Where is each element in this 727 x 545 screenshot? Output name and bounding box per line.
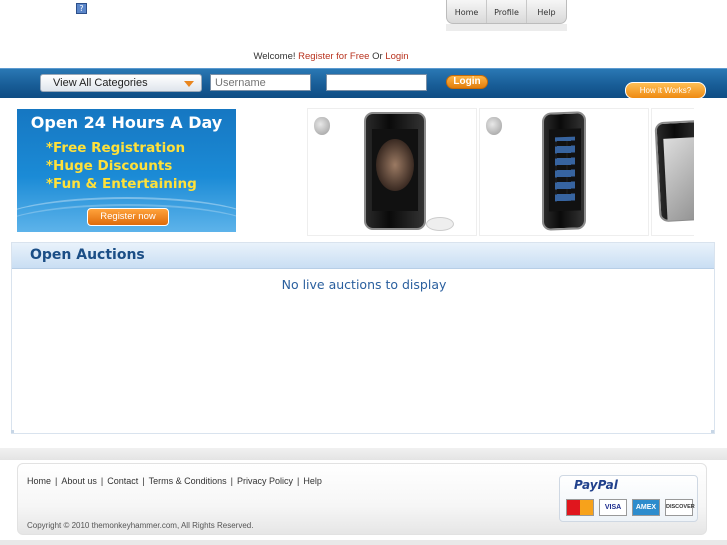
how-it-works-button[interactable]: How it Works? xyxy=(625,82,706,99)
payment-methods-badge: PayPal VISA AMEX DISCOVER xyxy=(559,475,698,522)
login-button[interactable]: Login xyxy=(446,75,488,89)
footer-bottom-line xyxy=(0,540,727,545)
register-link[interactable]: Register for Free xyxy=(298,51,369,62)
apple-logo-icon xyxy=(314,117,330,135)
paypal-logo: PayPal xyxy=(574,478,618,492)
category-select-value: View All Categories xyxy=(53,77,148,89)
footer-link-privacy[interactable]: Privacy Policy xyxy=(237,476,293,486)
mastercard-icon xyxy=(566,499,594,516)
carousel-slide[interactable] xyxy=(651,108,694,236)
empty-auctions-message: No live auctions to display xyxy=(281,277,447,292)
dropdown-arrow-icon xyxy=(184,81,194,87)
promo-feature: *Fun & Entertaining xyxy=(46,176,197,192)
corner-dot xyxy=(711,430,714,433)
footer-link-home[interactable]: Home xyxy=(27,476,51,486)
nav-shadow xyxy=(446,24,567,31)
ipod-product-image xyxy=(542,111,586,231)
footer-link-help[interactable]: Help xyxy=(303,476,322,486)
section-separator xyxy=(0,448,727,460)
carousel-slide[interactable] xyxy=(307,108,477,236)
promo-banner: Open 24 Hours A Day *Free Registration *… xyxy=(17,109,236,232)
amex-icon: AMEX xyxy=(632,499,660,516)
nav-profile-link[interactable]: Profile xyxy=(487,0,527,23)
footer-divider: | xyxy=(297,476,300,486)
discover-icon: DISCOVER xyxy=(665,499,695,516)
search-login-bar: View All Categories Login How it Works? xyxy=(0,68,727,99)
welcome-message: Welcome! Register for Free Or Login xyxy=(0,51,662,62)
footer-divider: | xyxy=(55,476,58,486)
login-link[interactable]: Login xyxy=(385,51,408,62)
open-auctions-header: Open Auctions xyxy=(12,243,714,269)
welcome-prefix: Welcome! xyxy=(253,51,296,62)
open-auctions-panel: Open Auctions No live auctions to displa… xyxy=(11,242,715,434)
corner-dot xyxy=(11,430,14,433)
register-now-button[interactable]: Register now xyxy=(87,208,169,226)
footer-link-about[interactable]: About us xyxy=(61,476,97,486)
footer-divider: | xyxy=(142,476,145,486)
nav-help-link[interactable]: Help xyxy=(527,0,566,23)
copyright-text: Copyright © 2010 themonkeyhammer.com, Al… xyxy=(27,521,254,530)
category-select[interactable]: View All Categories xyxy=(40,74,202,92)
promo-feature: *Huge Discounts xyxy=(46,158,173,174)
broken-image-icon: ? xyxy=(76,3,87,14)
product-carousel[interactable] xyxy=(307,108,694,236)
password-input[interactable] xyxy=(326,74,427,91)
footer-divider: | xyxy=(230,476,233,486)
welcome-or: Or xyxy=(372,51,383,62)
promo-headline: Open 24 Hours A Day xyxy=(30,113,223,132)
username-input[interactable] xyxy=(210,74,311,91)
apple-logo-icon xyxy=(486,117,502,135)
footer-link-terms[interactable]: Terms & Conditions xyxy=(149,476,227,486)
nav-home-link[interactable]: Home xyxy=(447,0,487,23)
ipod-product-image xyxy=(364,112,426,230)
open-auctions-title: Open Auctions xyxy=(30,247,145,263)
promo-feature: *Free Registration xyxy=(46,140,186,156)
footer-link-contact[interactable]: Contact xyxy=(107,476,138,486)
visa-icon: VISA xyxy=(599,499,627,516)
page-header: ? Home Profile Help Welcome! Register fo… xyxy=(0,0,727,70)
page-footer: Home | About us | Contact | Terms & Conditions… xyxy=(17,463,707,535)
footer-divider: | xyxy=(100,476,104,486)
top-navigation: Home Profile Help xyxy=(446,0,567,24)
carousel-slide[interactable] xyxy=(479,108,649,236)
footer-links: Home | About us | Contact | Terms & Conditions… xyxy=(27,476,322,486)
earbud-image xyxy=(426,217,454,231)
ipod-product-image xyxy=(654,119,694,223)
